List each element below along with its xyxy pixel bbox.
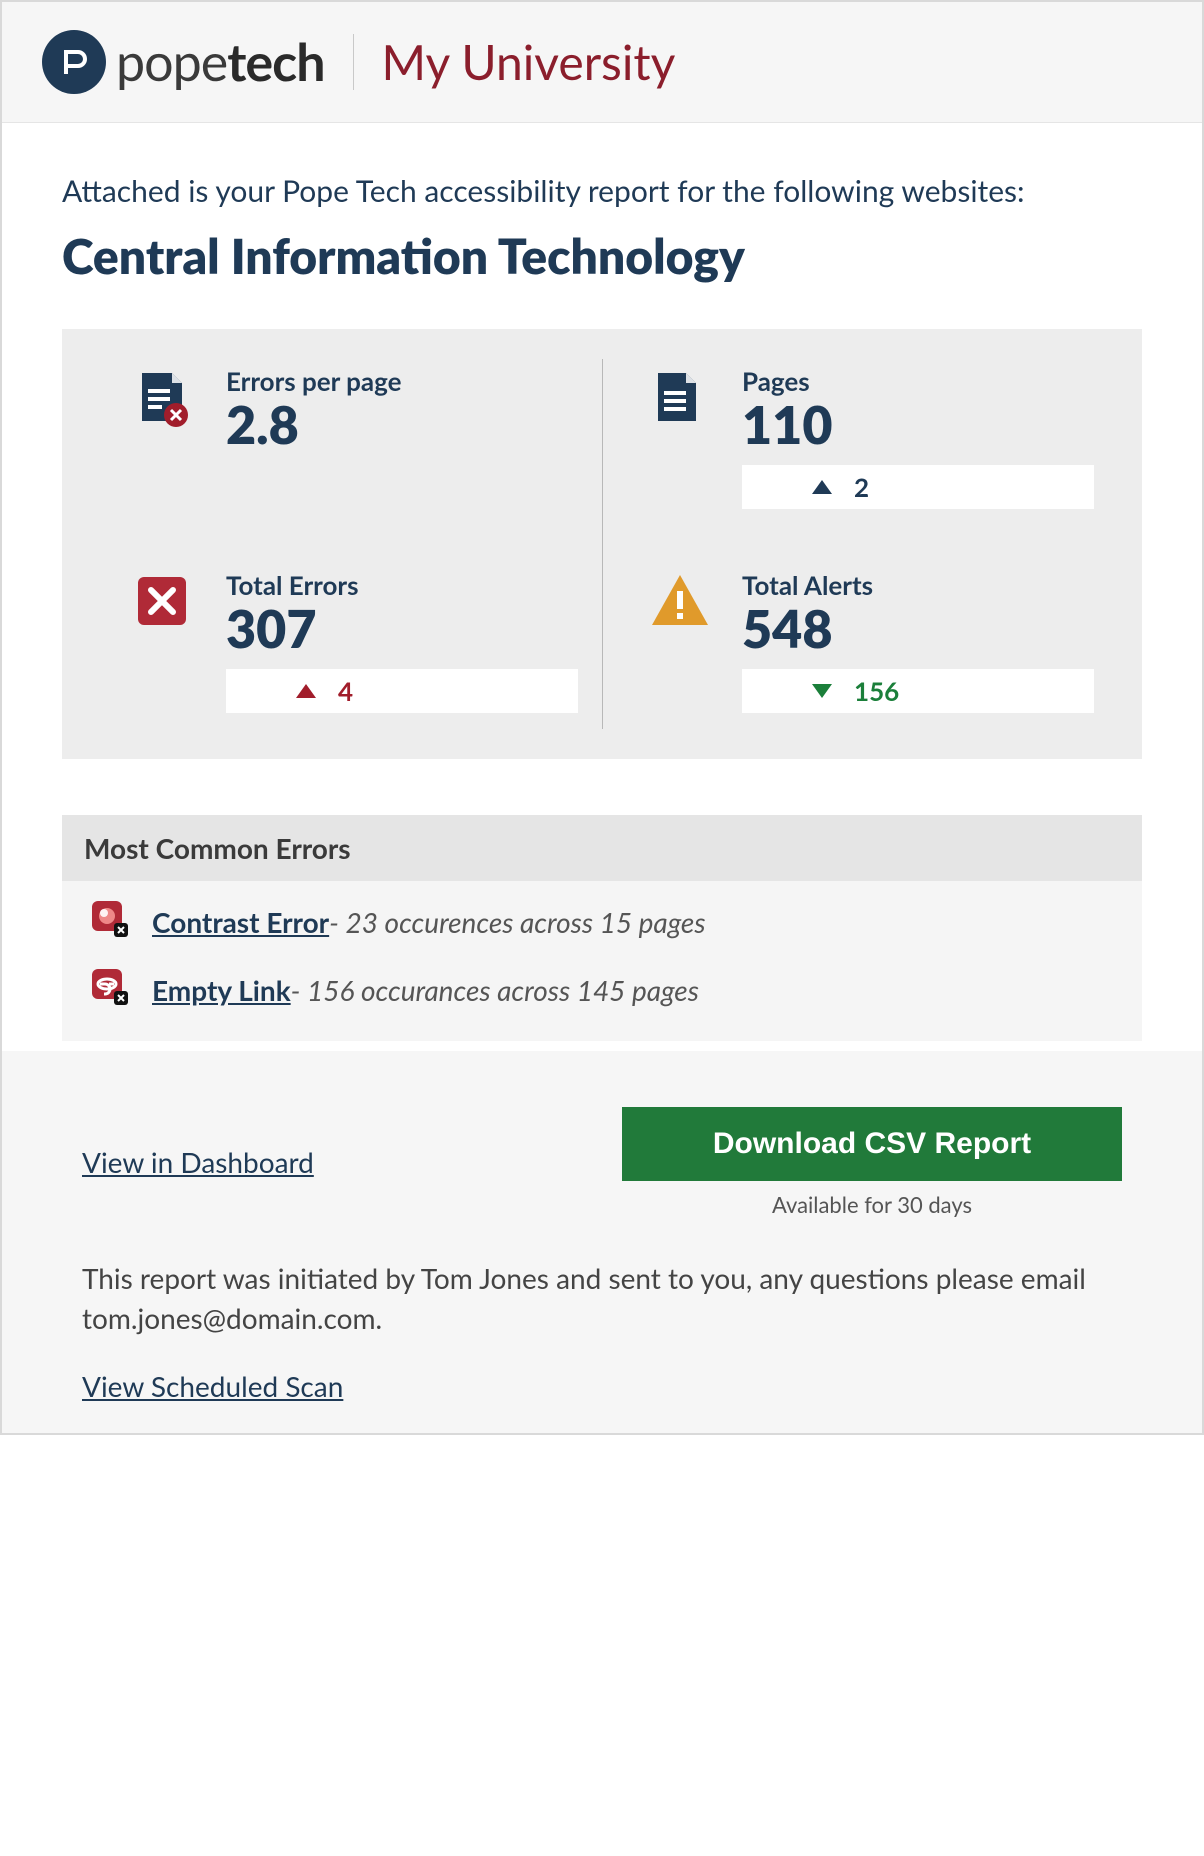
view-scheduled-scan-link[interactable]: View Scheduled Scan xyxy=(82,1369,343,1403)
view-dashboard-link[interactable]: View in Dashboard xyxy=(82,1145,314,1179)
contrast-error-icon xyxy=(90,899,134,945)
metric-total-errors: Total Errors 307 4 xyxy=(86,569,602,713)
error-link[interactable]: Contrast Error xyxy=(152,905,329,939)
footer-body-text: This report was initiated by Tom Jones a… xyxy=(82,1258,1122,1339)
metric-label: Pages xyxy=(742,365,1094,397)
delta-indicator: 4 xyxy=(226,669,578,713)
metric-errors-per-page: Errors per page 2.8 xyxy=(86,365,602,509)
organization-name: My University xyxy=(382,34,676,91)
delta-value: 156 xyxy=(854,675,899,707)
metric-label: Total Errors xyxy=(226,569,578,601)
metric-label: Total Alerts xyxy=(742,569,1094,601)
popetech-logo-icon xyxy=(42,30,106,94)
error-x-icon xyxy=(134,573,198,629)
metric-pages: Pages 110 2 xyxy=(602,365,1118,509)
metric-value: 548 xyxy=(742,603,1094,655)
common-errors-heading: Most Common Errors xyxy=(62,815,1142,881)
empty-link-icon xyxy=(90,967,134,1013)
metric-total-alerts: Total Alerts 548 156 xyxy=(602,569,1118,713)
error-link[interactable]: Empty Link xyxy=(152,973,291,1007)
document-icon xyxy=(650,369,714,425)
delta-value: 4 xyxy=(338,675,353,707)
warning-icon xyxy=(650,573,714,629)
arrow-up-icon xyxy=(296,684,316,698)
brand-text: popetech xyxy=(116,31,325,93)
divider-icon xyxy=(353,34,354,90)
arrow-down-icon xyxy=(812,684,832,698)
footer: View in Dashboard Download CSV Report Av… xyxy=(2,1051,1202,1433)
header: popetech My University xyxy=(2,2,1202,123)
error-row: Empty Link - 156 occurances across 145 p… xyxy=(62,949,1142,1017)
delta-indicator: 156 xyxy=(742,669,1094,713)
download-csv-button[interactable]: Download CSV Report xyxy=(622,1107,1122,1181)
document-error-icon xyxy=(134,369,198,429)
delta-value: 2 xyxy=(854,471,869,503)
arrow-up-icon xyxy=(812,480,832,494)
metric-value: 307 xyxy=(226,603,578,655)
divider-icon xyxy=(602,359,603,729)
metric-value: 2.8 xyxy=(226,399,578,451)
error-detail: - 156 occurances across 145 pages xyxy=(291,973,699,1007)
common-errors-panel: Most Common Errors Contrast Error - 23 o… xyxy=(62,815,1142,1041)
delta-indicator: 2 xyxy=(742,465,1094,509)
metric-value: 110 xyxy=(742,399,1094,451)
site-title: Central Information Technology xyxy=(62,228,1142,285)
brand-logo: popetech xyxy=(42,30,325,94)
metrics-panel: Errors per page 2.8 xyxy=(62,329,1142,759)
intro-text: Attached is your Pope Tech accessibility… xyxy=(62,171,1142,212)
error-row: Contrast Error - 23 occurences across 15… xyxy=(62,881,1142,949)
download-note: Available for 30 days xyxy=(622,1191,1122,1218)
error-detail: - 23 occurences across 15 pages xyxy=(329,905,705,939)
brand-pope: pope xyxy=(116,31,227,93)
brand-tech: tech xyxy=(227,31,324,93)
metric-label: Errors per page xyxy=(226,365,578,397)
